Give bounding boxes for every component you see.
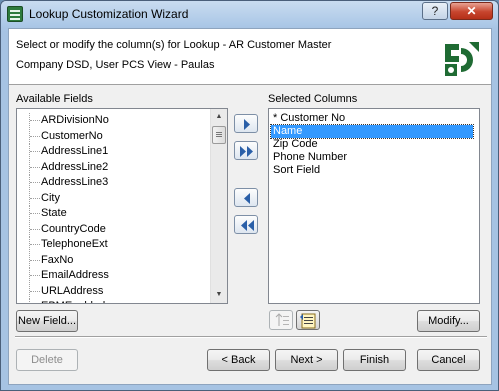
footer-separator (15, 336, 487, 338)
sage-logo-icon (441, 40, 481, 80)
available-field-label: CountryCode (41, 222, 106, 235)
tree-branch (30, 197, 40, 199)
available-field-label: EmailAddress (41, 269, 109, 281)
selected-column-item[interactable]: Zip Code (271, 138, 473, 151)
selected-columns-label: Selected Columns (268, 93, 358, 105)
available-field-label: URLAddress (41, 284, 104, 297)
available-fields-tree[interactable]: ARDivisionNo CustomerNo AddressLine1 Addres… (16, 108, 228, 304)
app-icon (7, 6, 23, 22)
tree-line (29, 299, 30, 303)
tree-branch (30, 228, 40, 230)
next-button[interactable]: Next > (275, 349, 338, 371)
tree-branch (30, 135, 40, 137)
modify-button[interactable]: Modify... (417, 310, 480, 332)
title-bar[interactable]: Lookup Customization Wizard ? ✕ (1, 1, 498, 27)
delete-label: Delete (31, 354, 63, 366)
tree-branch (30, 213, 40, 214)
header-instruction: Select or modify the column(s) for Looku… (16, 39, 332, 51)
header-context: Company DSD, User PCS View - Paulas (16, 59, 215, 71)
back-label: < Back (221, 354, 256, 366)
delete-button[interactable]: Delete (16, 349, 78, 371)
arrow-right-icon (244, 119, 250, 130)
available-field-label: State (41, 207, 67, 219)
remove-column-button[interactable] (234, 188, 258, 207)
selected-columns-list[interactable]: * Customer No Name Zip Code Phone Number Sor… (268, 108, 480, 304)
available-fields-label: Available Fields (16, 93, 93, 105)
available-field-label: City (41, 191, 60, 204)
available-field-label: CustomerNo (41, 129, 103, 142)
selected-column-item[interactable]: Sort Field (271, 164, 473, 177)
wizard-header: Select or modify the column(s) for Looku… (9, 29, 491, 85)
tree-branch (30, 151, 40, 152)
cancel-button[interactable]: Cancel (417, 349, 480, 371)
arrow-left-icon (244, 193, 250, 204)
selected-column-item[interactable]: * Customer No (271, 112, 473, 125)
finish-button[interactable]: Finish (343, 349, 406, 371)
back-button[interactable]: < Back (207, 349, 270, 371)
add-column-button[interactable] (234, 114, 258, 133)
tree-branch (30, 275, 40, 276)
double-arrow-left-icon (241, 220, 254, 231)
new-field-label: New Field... (17, 315, 77, 327)
available-field-label: FaxNo (41, 253, 74, 266)
available-field-label: TelephoneExt (41, 238, 108, 250)
available-field-label: EBMEnabled (41, 300, 105, 303)
dialog-client: Select or modify the column(s) for Looku… (8, 28, 492, 385)
help-button[interactable]: ? (422, 2, 448, 20)
available-field-label: AddressLine3 (41, 176, 109, 188)
tree-branch (30, 290, 40, 292)
next-label: Next > (290, 354, 323, 366)
column-properties-button[interactable] (296, 310, 320, 330)
tree-branch (30, 166, 40, 168)
double-arrow-right-icon (240, 146, 253, 157)
available-field-label: AddressLine2 (41, 160, 109, 173)
properties-icon (300, 313, 316, 329)
finish-label: Finish (359, 354, 390, 366)
scroll-down-icon[interactable]: ▼ (211, 287, 227, 303)
scroll-up-icon[interactable]: ▲ (211, 109, 227, 125)
selected-column-item[interactable]: Name (270, 124, 474, 139)
tree-branch (30, 259, 40, 261)
selected-column-item[interactable]: Phone Number (271, 151, 473, 164)
modify-label: Modify... (428, 315, 469, 327)
remove-all-columns-button[interactable] (234, 215, 258, 234)
close-button[interactable]: ✕ (450, 2, 493, 20)
available-field-label: AddressLine1 (41, 145, 109, 157)
tree-branch (30, 120, 40, 121)
tree-branch (30, 244, 40, 245)
window-title: Lookup Customization Wizard (29, 7, 189, 21)
cancel-label: Cancel (431, 354, 466, 366)
move-up-button[interactable] (269, 310, 293, 330)
move-up-icon (275, 313, 289, 326)
add-all-columns-button[interactable] (234, 141, 258, 160)
new-field-button[interactable]: New Field... (16, 310, 78, 332)
available-fields-scrollbar[interactable]: ▲ ▼ (210, 109, 227, 303)
available-field-label: ARDivisionNo (41, 114, 109, 126)
tree-branch (30, 182, 40, 183)
wizard-window: Lookup Customization Wizard ? ✕ Select o… (0, 0, 499, 391)
scroll-thumb[interactable] (212, 126, 226, 144)
